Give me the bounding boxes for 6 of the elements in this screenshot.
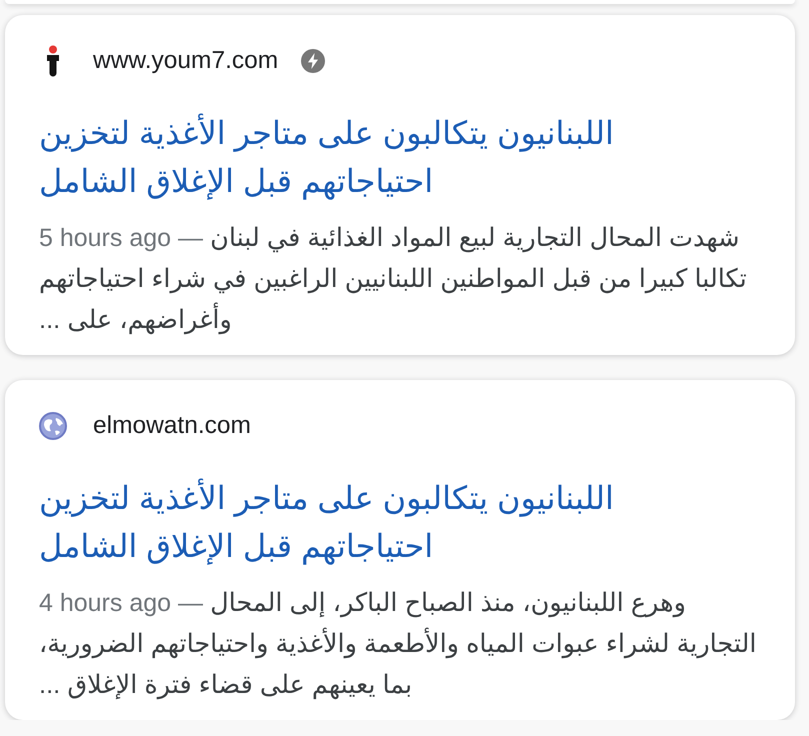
result-title-link[interactable]: اللبنانيون يتكالبون على متاجر الأغذية لتخزين احتياجاتهم قبل الإغلاق الشامل [39,109,617,205]
globe-icon [39,412,67,440]
site-url: elmowatn.com [93,411,251,441]
site-url: www.youm7.com [93,46,278,76]
logo-icon [45,45,61,77]
result-title-link[interactable]: اللبنانيون يتكالبون على متاجر الأغذية لتخزين احتياجاتهم قبل الإغلاق الشامل [39,474,617,570]
